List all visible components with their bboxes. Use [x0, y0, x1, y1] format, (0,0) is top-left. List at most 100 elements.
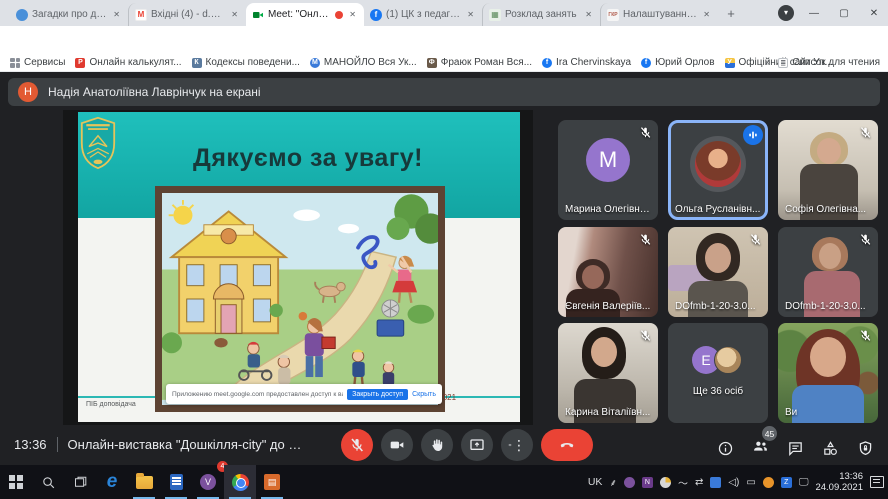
avatar — [695, 141, 741, 187]
clock-date: 24.09.2021 — [815, 482, 863, 493]
mic-off-icon — [749, 233, 762, 246]
window-minimize-button[interactable]: — — [800, 0, 828, 26]
participant-tile-dofmb-2[interactable]: DOfmb-1-20-3.0... — [778, 227, 878, 317]
volume-icon[interactable]: ◁) — [728, 477, 739, 488]
mic-toggle-button[interactable] — [341, 429, 373, 461]
facebook-icon: f — [370, 9, 382, 21]
tray-orange-app-icon[interactable] — [763, 477, 774, 488]
participant-tile-olha-speaking[interactable]: Ольга Русланівн... — [668, 120, 768, 220]
screen: Загадки про дитячий ✕ M Вхідні (4) - d.s… — [0, 0, 888, 499]
taskbar-impress-button[interactable]: ▤ — [256, 465, 288, 499]
participant-name: Ольга Русланівн... — [675, 204, 761, 215]
tray-network-app-icon[interactable] — [710, 477, 721, 488]
reading-list-button[interactable]: ≣ Список для чтения — [778, 57, 880, 68]
task-view-button[interactable] — [64, 465, 96, 499]
bookmark-manoilo[interactable]: М МАНОЙЛО Вся Ук... — [310, 57, 417, 68]
participant-tile-sofiia[interactable]: Софія Олегівна... — [778, 120, 878, 220]
children-drawing-art — [162, 193, 438, 405]
participant-tile-maryna[interactable]: M Марина Олегівна... — [558, 120, 658, 220]
taskbar-clock[interactable]: 13:36 24.09.2021 — [815, 471, 863, 493]
bookmark-fraiuk[interactable]: Ф Фраюк Роман Вся... — [427, 57, 532, 68]
overflow-tile-more-people[interactable]: Е Ще 36 осіб — [668, 323, 768, 423]
present-screen-button[interactable] — [461, 429, 493, 461]
host-controls-shield-icon[interactable] — [857, 440, 874, 457]
bookmark-kodeksy[interactable]: К Кодексы поведени... — [192, 57, 300, 68]
chat-panel-icon[interactable] — [787, 440, 804, 457]
bookmark-icon: К — [192, 58, 202, 68]
taskbar-explorer-button[interactable] — [128, 465, 160, 499]
activities-icon[interactable] — [822, 440, 839, 457]
tab-journal[interactable]: ГКР Налаштування журна ✕ — [600, 3, 718, 26]
call-controls: ⋮ — [341, 429, 593, 461]
start-button[interactable] — [0, 465, 32, 499]
document-icon — [170, 474, 183, 490]
ethernet-icon[interactable]: ⇄ — [695, 477, 703, 488]
tab-gmail[interactable]: M Вхідні (4) - d.sopova@ ✕ — [128, 3, 246, 26]
participant-tile-yevheniia[interactable]: Євгенія Валеріїв... — [558, 227, 658, 317]
battery-icon[interactable]: ▭ — [746, 477, 755, 488]
participant-video — [819, 243, 841, 269]
tab-close-icon[interactable]: ✕ — [465, 8, 476, 21]
tray-pie-icon[interactable] — [660, 477, 671, 488]
participant-tile-self[interactable]: Ви — [778, 323, 878, 423]
facebook-icon: f — [542, 58, 552, 68]
window-maximize-button[interactable]: ▢ — [830, 0, 858, 26]
bookmark-label: Ira Chervinskaya — [556, 57, 631, 68]
tab-close-icon[interactable]: ✕ — [111, 8, 122, 21]
tab-title: Загадки про дитячий — [32, 9, 107, 20]
participant-tile-karyna[interactable]: Карина Віталіївн... — [558, 323, 658, 423]
mic-off-icon — [859, 126, 872, 139]
meeting-details-icon[interactable] — [717, 440, 734, 457]
camera-toggle-button[interactable] — [381, 429, 413, 461]
new-tab-button[interactable]: + — [722, 5, 740, 23]
tab-rozklad[interactable]: ▦ Розклад занять ✕ — [482, 3, 600, 26]
language-indicator[interactable]: UK — [588, 476, 603, 488]
tray-people-icon[interactable]: ⸙ — [609, 475, 617, 489]
wifi-icon[interactable]: 〜 — [678, 475, 688, 490]
bookmarks-right: » ≣ Список для чтения — [765, 57, 880, 68]
end-call-button[interactable] — [541, 429, 593, 461]
bookmark-ira[interactable]: f Ira Chervinskaya — [542, 57, 631, 68]
taskbar-edge-button[interactable]: e — [96, 465, 128, 499]
tab-favicon — [16, 9, 28, 21]
action-center-icon[interactable] — [870, 476, 884, 488]
drawing-kid-hood — [278, 355, 290, 385]
taskbar-viber-button[interactable]: V 4 — [192, 465, 224, 499]
taskbar-chrome-button[interactable] — [224, 465, 256, 499]
raise-hand-button[interactable] — [421, 429, 453, 461]
participant-name: Марина Олегівна... — [565, 204, 651, 215]
tab-facebook[interactable]: f (1) ЦК з педагогічної ✕ — [364, 3, 482, 26]
taskbar-document-button[interactable] — [160, 465, 192, 499]
tab-close-icon[interactable]: ✕ — [583, 8, 594, 21]
tray-zoom-icon[interactable]: Z — [781, 477, 792, 488]
people-panel-button[interactable]: 45 — [752, 437, 769, 459]
presenter-avatar: Н — [18, 82, 38, 102]
bookmark-icon: М — [310, 58, 320, 68]
window-close-button[interactable]: ✕ — [860, 0, 888, 26]
tab-zagadky[interactable]: Загадки про дитячий ✕ — [10, 3, 128, 26]
participant-tile-dofmb-1[interactable]: DOfmb-1-20-3.0... — [668, 227, 768, 317]
tray-onenote-icon[interactable]: N — [642, 477, 653, 488]
tab-close-icon[interactable]: ✕ — [229, 8, 240, 21]
bookmark-servisy[interactable]: Сервисы — [10, 57, 65, 68]
tab-close-icon[interactable]: ✕ — [701, 8, 712, 21]
participant-name: Ви — [785, 407, 871, 418]
bookmark-orlov[interactable]: f Юрий Орлов — [641, 57, 714, 68]
more-options-button[interactable]: ⋮ — [501, 429, 533, 461]
browser-update-chevron-icon[interactable]: ▾ — [778, 5, 794, 21]
tab-close-icon[interactable]: ✕ — [347, 8, 358, 21]
participant-video — [591, 337, 617, 367]
tab-title: Розклад занять — [505, 9, 579, 20]
taskbar-search-button[interactable] — [32, 465, 64, 499]
meeting-name[interactable]: Онлайн-виставка "Дошкілля-city" до Всеук… — [57, 437, 307, 452]
tray-viber-icon[interactable] — [624, 477, 635, 488]
participant-name: Карина Віталіївн... — [565, 407, 651, 418]
share-notice-text: Приложению meet.google.com предоставлен … — [172, 391, 343, 398]
bookmark-icon: У — [725, 58, 735, 68]
bookmark-calculator[interactable]: P Онлайн калькулят... — [75, 57, 181, 68]
speaking-indicator-icon — [743, 125, 763, 145]
bookmarks-overflow-icon[interactable]: » — [765, 57, 771, 68]
tray-monitor-icon[interactable]: 🖵 — [799, 477, 809, 488]
tab-meet-active[interactable]: Meet: "Онлайн-ви ✕ — [246, 3, 364, 26]
meet-control-bar: 13:36 Онлайн-виставка "Дошкілля-city" до… — [0, 425, 888, 465]
